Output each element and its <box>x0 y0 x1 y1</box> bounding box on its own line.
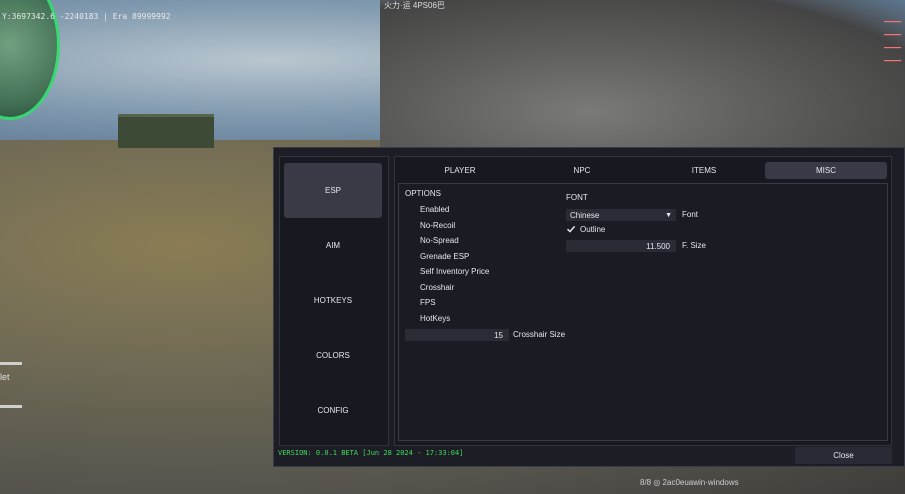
option-hotkeys[interactable]: HotKeys <box>420 314 450 323</box>
crosshair-size-label: Crosshair Size <box>513 330 566 339</box>
outline-checkbox[interactable]: Outline <box>566 224 605 234</box>
sidebar-item-colors[interactable]: COLORS <box>284 328 382 383</box>
option-crosshair[interactable]: Crosshair <box>420 283 454 292</box>
version-label: VERSION: 0.0.1 BETA [Jun 28 2024 - 17:33… <box>278 449 464 457</box>
option-grenade-esp[interactable]: Grenade ESP <box>420 252 469 261</box>
crosshair-size-input[interactable]: 15 <box>405 329 509 341</box>
option-enabled[interactable]: Enabled <box>420 205 449 214</box>
sidebar-item-config[interactable]: CONFIG <box>284 383 382 438</box>
checkmark-icon <box>566 224 576 234</box>
option-no-spread[interactable]: No-Spread <box>420 236 459 245</box>
sidebar: ESP AIM HOTKEYS COLORS CONFIG <box>279 156 389 446</box>
background-building <box>118 114 214 148</box>
option-inventory-price[interactable]: Self Inventory Price <box>420 267 489 276</box>
font-size-input[interactable]: 11.500 <box>566 240 676 252</box>
outline-label: Outline <box>580 224 606 234</box>
kill-feed-line: ━━━━ <box>884 32 901 39</box>
hud-bottom-status: 8/8 ◎ 2ac0euawin·windows <box>640 478 739 487</box>
hud-left-bar <box>0 405 22 408</box>
hud-top-center-text: 火力·运 4PS06巴 <box>384 1 445 10</box>
option-fps[interactable]: FPS <box>420 298 436 307</box>
dropdown-arrow-icon: ▼ <box>665 211 672 219</box>
kill-feed-line: ━━━━ <box>884 45 901 52</box>
hud-kill-feed: ━━━━ ━━━━ ━━━━ ━━━━ <box>851 18 901 70</box>
kill-feed-line: ━━━━ <box>884 19 901 26</box>
tab-bar: PLAYER NPC ITEMS MISC <box>399 162 887 179</box>
sidebar-item-aim[interactable]: AIM <box>284 218 382 273</box>
hud-coordinates: Y:3697342.6 -2240183 | Era 89999992 <box>2 12 171 21</box>
menu-window: ESP AIM HOTKEYS COLORS CONFIG PLAYER NPC… <box>273 147 905 467</box>
font-title: FONT <box>566 193 588 202</box>
font-select-value: Chinese <box>570 210 600 220</box>
option-no-recoil[interactable]: No-Recoil <box>420 221 455 230</box>
kill-feed-line: ━━━━ <box>884 58 901 65</box>
close-button[interactable]: Close <box>795 447 892 464</box>
tab-misc[interactable]: MISC <box>765 162 887 179</box>
content-area: PLAYER NPC ITEMS MISC OPTIONS Enabled No… <box>394 156 892 446</box>
hud-left-bar <box>0 362 22 365</box>
font-select[interactable]: Chinese ▼ <box>566 209 676 221</box>
font-size-label: F. Size <box>682 241 707 250</box>
misc-panel: OPTIONS Enabled No-Recoil No-Spread Gren… <box>398 183 888 441</box>
rock-formation <box>380 0 905 160</box>
tab-npc[interactable]: NPC <box>521 162 643 179</box>
tab-items[interactable]: ITEMS <box>643 162 765 179</box>
options-title: OPTIONS <box>405 189 442 198</box>
font-select-label: Font <box>682 210 699 219</box>
sidebar-item-esp[interactable]: ESP <box>284 163 382 218</box>
tab-player[interactable]: PLAYER <box>399 162 521 179</box>
hud-side-label: let <box>0 372 10 382</box>
sidebar-item-hotkeys[interactable]: HOTKEYS <box>284 273 382 328</box>
